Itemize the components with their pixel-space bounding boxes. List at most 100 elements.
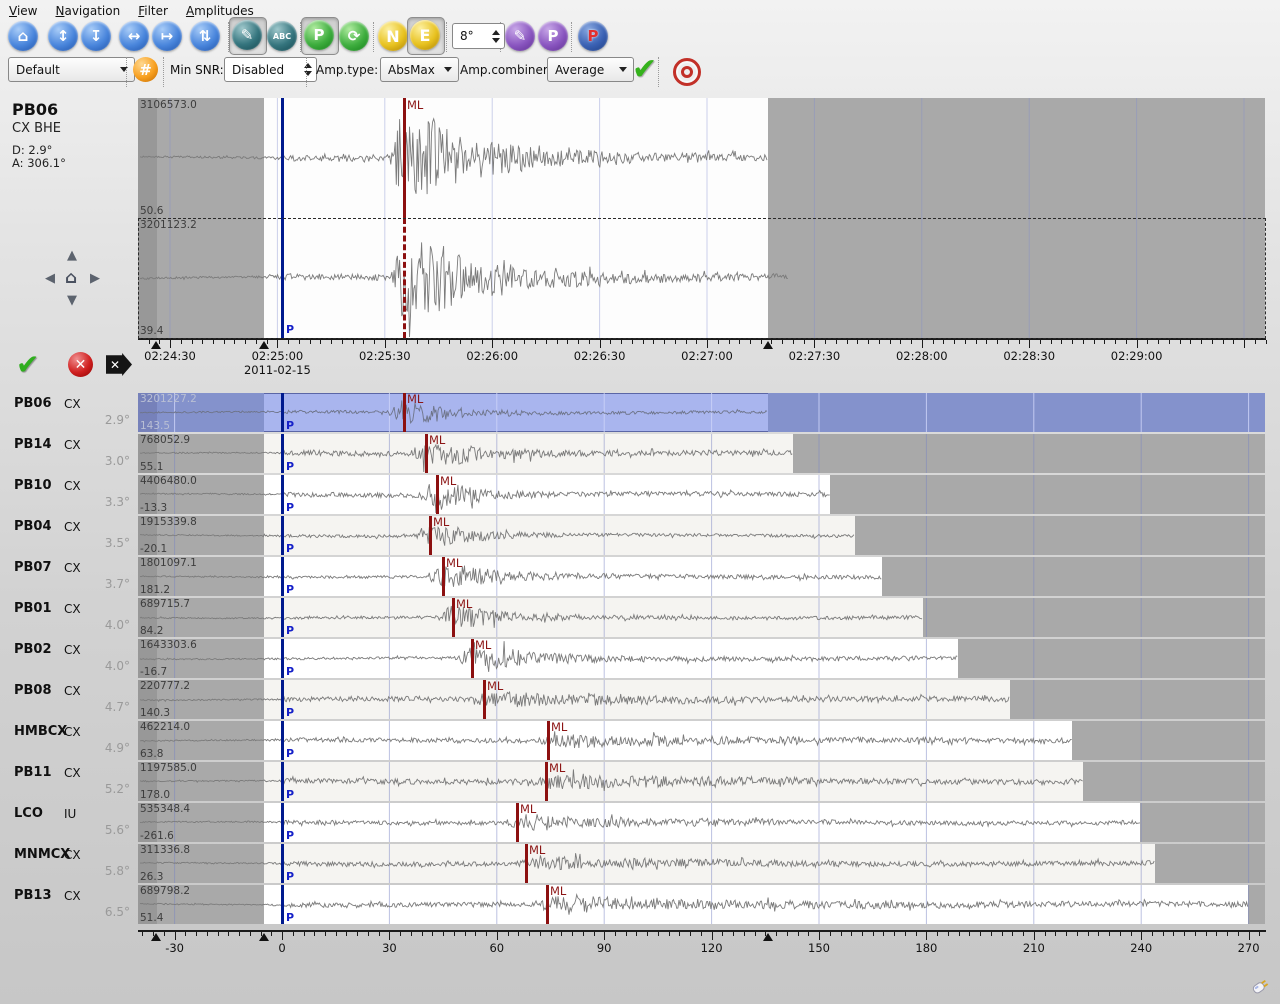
p-pick-marker[interactable] (281, 639, 284, 678)
zoom-vertical-icon[interactable]: ↕ (48, 21, 78, 51)
amp-type-combobox[interactable]: AbsMax (380, 57, 459, 82)
trace-row-pb02[interactable]: PB02CX4.0°1643303.6-16.7PML (0, 639, 1266, 678)
trace-area[interactable]: 462214.063.8PML (138, 721, 1265, 760)
pan-home-icon[interactable]: ⌂ (65, 268, 77, 288)
rotation-spinbox[interactable]: 8° (452, 23, 505, 49)
p-pick-marker[interactable] (281, 680, 284, 719)
trace-area[interactable]: 3201227.2143.5PML (138, 393, 1265, 432)
apply-check-button[interactable]: ✔ (632, 52, 657, 87)
ml-pick-marker[interactable] (442, 557, 445, 596)
relocate-icon[interactable]: ⟳ (339, 21, 369, 51)
trace-row-lco[interactable]: LCOIU5.6°535348.4-261.6PML (0, 803, 1266, 842)
ml-pick-marker[interactable] (471, 639, 474, 678)
station-label: PB10 (14, 478, 52, 493)
fit-time-window-icon[interactable]: ↦ (152, 21, 182, 51)
trace-row-pb11[interactable]: PB11CX5.2°1197585.0178.0PML (0, 762, 1266, 801)
pick-phase-icon[interactable]: P (304, 20, 334, 50)
min-snr-spinbox[interactable]: Disabled (224, 57, 317, 82)
ml-pick-marker[interactable] (483, 680, 486, 719)
ml-pick-marker[interactable] (425, 434, 428, 473)
profile-combobox[interactable]: Default (8, 57, 135, 82)
amplitude-pick-icon[interactable]: P (538, 21, 568, 51)
scale-amplitudes-icon[interactable]: ⇅ (190, 21, 220, 51)
ml-pick-marker[interactable] (545, 762, 548, 801)
confirm-pick-button[interactable]: ✔ (16, 348, 39, 381)
ml-pick-marker[interactable] (403, 393, 406, 432)
distance-label: 5.8° (0, 864, 130, 878)
trace-row-pb01[interactable]: PB01CX4.0°689715.784.2PML (0, 598, 1266, 637)
trace-row-pb14[interactable]: PB14CX3.0°768052.955.1PML (0, 434, 1266, 473)
zoom-horizontal-icon[interactable]: ↔ (119, 21, 149, 51)
magnitude-hash-button[interactable]: # (133, 57, 158, 82)
zoom-trace-1[interactable]: 3106573.050.6 (138, 98, 1265, 218)
trace-row-pb08[interactable]: PB08CX4.7°220777.2140.3PML (0, 680, 1266, 719)
amplitude-edit-icon[interactable]: ✎ (505, 21, 535, 51)
trace-area[interactable]: 1915339.8-20.1PML (138, 516, 1265, 555)
trace-row-pb06[interactable]: PB06CX2.9°3201227.2143.5PML (0, 393, 1266, 432)
trace-row-mnmcx[interactable]: MNMCXCX5.8°311336.826.3PML (0, 844, 1266, 883)
profile-value: Default (16, 63, 60, 77)
menu-amplitudes[interactable]: Amplitudes (186, 4, 254, 18)
trace-row-pb13[interactable]: PB13CX6.5°689798.251.4PML (0, 885, 1266, 924)
ml-pick-marker[interactable] (547, 721, 550, 760)
distance-label: 3.5° (0, 536, 130, 550)
fit-amplitude-icon[interactable]: ↧ (81, 21, 111, 51)
trace-area[interactable]: 768052.955.1PML (138, 434, 1265, 473)
pan-left-icon[interactable]: ◀ (45, 271, 55, 286)
trace-row-pb10[interactable]: PB10CX3.3°4406480.0-13.3PML (0, 475, 1266, 514)
ml-pick-marker[interactable] (516, 803, 519, 842)
menu-view[interactable]: View (9, 4, 37, 18)
p-pick-marker[interactable] (281, 721, 284, 760)
trace-area[interactable]: 4406480.0-13.3PML (138, 475, 1265, 514)
pan-right-icon[interactable]: ▶ (90, 271, 100, 286)
zoom-trace-panel[interactable]: 3106573.050.63201123.239.4PML (138, 98, 1265, 338)
trace-row-pb07[interactable]: PB07CX3.7°1801097.1181.2PML (0, 557, 1266, 596)
trace-area[interactable]: 1197585.0178.0PML (138, 762, 1265, 801)
p-pick-marker[interactable] (281, 598, 284, 637)
skip-trace-button[interactable]: ✕ (106, 353, 132, 376)
trace-row-hmbcx[interactable]: HMBCXCX4.9°462214.063.8PML (0, 721, 1266, 760)
ml-pick-marker[interactable] (403, 98, 406, 218)
ml-pick-marker[interactable] (525, 844, 528, 883)
compute-magnitudes-icon[interactable]: P (578, 21, 608, 51)
trace-area[interactable]: 220777.2140.3PML (138, 680, 1265, 719)
p-pick-marker[interactable] (281, 393, 284, 432)
trace-area[interactable]: 1801097.1181.2PML (138, 557, 1265, 596)
spinner-arrows-icon[interactable] (488, 30, 504, 43)
pan-down-icon[interactable]: ▼ (67, 293, 77, 308)
p-pick-marker[interactable] (281, 516, 284, 555)
selected-station-name: PB06 (12, 100, 58, 119)
annotation-icon[interactable]: ABC (267, 21, 297, 51)
p-pick-marker[interactable] (281, 844, 284, 883)
p-pick-marker[interactable] (281, 885, 284, 924)
recompute-target-button[interactable] (673, 58, 701, 86)
tick-mark (1055, 932, 1056, 936)
spinner-arrows-icon[interactable] (300, 63, 316, 76)
tick-mark (1223, 340, 1224, 344)
ml-pick-marker[interactable] (546, 885, 549, 924)
menu-filter[interactable]: Filter (138, 4, 168, 18)
trace-area[interactable]: 1643303.6-16.7PML (138, 639, 1265, 678)
tick-mark (712, 932, 713, 940)
trace-area[interactable]: 689798.251.4PML (138, 885, 1265, 924)
component-e-icon[interactable]: E (410, 20, 440, 50)
menu-navigation[interactable]: Navigation (55, 4, 120, 18)
p-pick-marker[interactable] (281, 557, 284, 596)
trace-area[interactable]: 311336.826.3PML (138, 844, 1265, 883)
amp-combiner-combobox[interactable]: Average (547, 57, 634, 82)
trace-area[interactable]: 535348.4-261.6PML (138, 803, 1265, 842)
pan-up-icon[interactable]: ▲ (67, 248, 77, 263)
measure-tool-icon[interactable]: ✎ (232, 20, 262, 50)
p-pick-marker[interactable] (281, 762, 284, 801)
p-pick-marker[interactable] (281, 475, 284, 514)
ml-pick-marker[interactable] (452, 598, 455, 637)
home-icon[interactable]: ⌂ (8, 21, 38, 51)
trace-row-pb04[interactable]: PB04CX3.5°1915339.8-20.1PML (0, 516, 1266, 555)
p-pick-marker[interactable] (281, 434, 284, 473)
trace-area[interactable]: 689715.784.2PML (138, 598, 1265, 637)
reject-pick-button[interactable]: ✕ (68, 352, 93, 377)
ml-pick-marker[interactable] (436, 475, 439, 514)
ml-pick-marker[interactable] (429, 516, 432, 555)
component-n-icon[interactable]: N (378, 21, 408, 51)
p-pick-marker[interactable] (281, 803, 284, 842)
